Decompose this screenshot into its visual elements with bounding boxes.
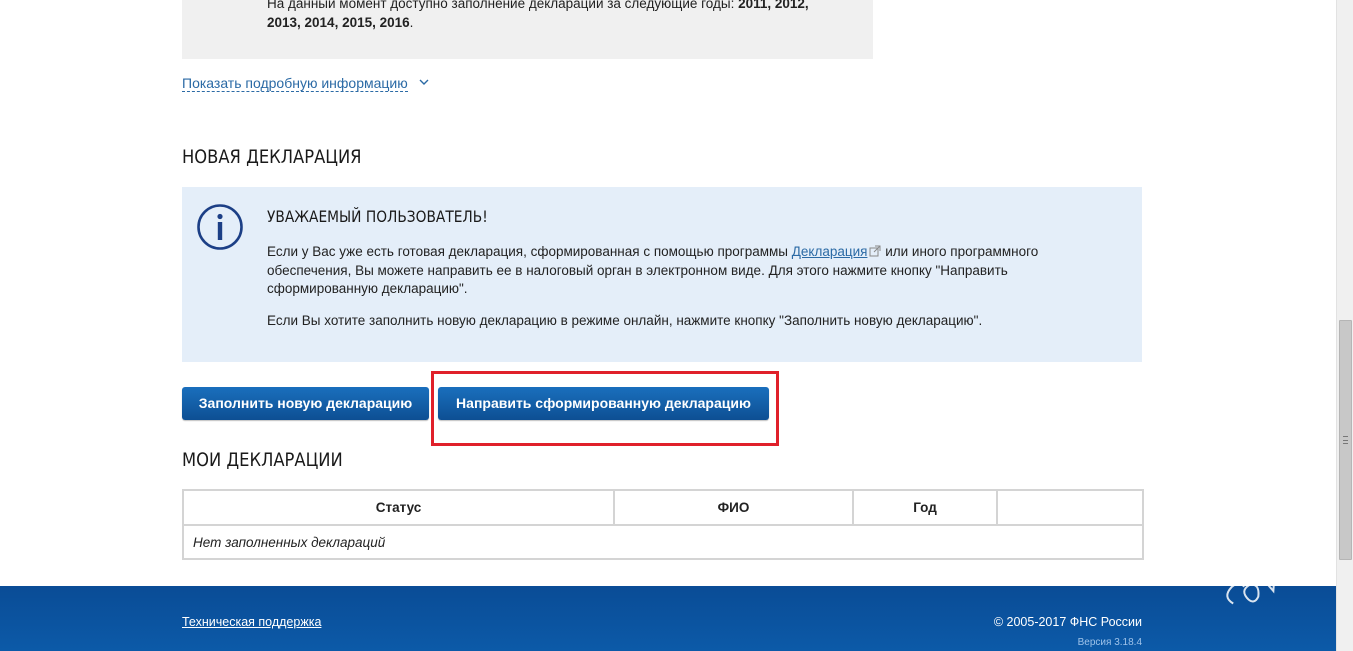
scrollbar-thumb[interactable]	[1339, 320, 1352, 560]
declarations-table: Статус ФИО Год Нет заполненных деклараци…	[182, 489, 1144, 560]
info-p1-text-start: Если у Вас уже есть готовая декларация, …	[267, 244, 792, 259]
my-declarations-heading: МОИ ДЕКЛАРАЦИИ	[182, 449, 343, 471]
page: На данный момент доступно заполнение дек…	[0, 0, 1336, 651]
fill-new-declaration-button[interactable]: Заполнить новую декларацию	[182, 387, 429, 420]
years-prefix: На данный момент доступно заполнение дек…	[267, 0, 739, 11]
available-years-notice: На данный момент доступно заполнение дек…	[182, 0, 873, 59]
declaration-program-link[interactable]: Декларация	[792, 244, 868, 259]
new-declaration-heading: НОВАЯ ДЕКЛАРАЦИЯ	[182, 146, 362, 168]
column-header-status[interactable]: Статус	[182, 489, 615, 526]
info-title: УВАЖАЕМЫЙ ПОЛЬЗОВАТЕЛЬ!	[267, 207, 488, 226]
clubsovet-logo	[1226, 552, 1305, 605]
years-line1: 2011, 2012,	[738, 0, 809, 11]
info-paragraph-send: Если у Вас уже есть готовая декларация, …	[267, 243, 1097, 299]
chevron-down-icon[interactable]	[418, 76, 430, 88]
column-header-year[interactable]: Год	[852, 489, 998, 526]
vertical-scrollbar[interactable]	[1336, 0, 1353, 651]
empty-table-message: Нет заполненных деклараций	[182, 524, 1144, 560]
grip-icon	[1343, 436, 1348, 444]
info-panel: УВАЖАЕМЫЙ ПОЛЬЗОВАТЕЛЬ! Если у Вас уже е…	[182, 187, 1142, 362]
tech-support-link[interactable]: Техническая поддержка	[182, 615, 321, 629]
version-text: Версия 3.18.4	[1077, 637, 1142, 648]
column-header-actions	[996, 489, 1144, 526]
copyright-text: © 2005-2017 ФНС России	[993, 615, 1142, 629]
show-details-link[interactable]: Показать подробную информацию	[182, 75, 408, 92]
available-years-text: На данный момент доступно заполнение дек…	[267, 0, 857, 32]
column-header-name[interactable]: ФИО	[613, 489, 854, 526]
footer: Техническая поддержка © 2005-2017 ФНС Ро…	[0, 586, 1336, 651]
years-line2: 2013, 2014, 2015, 2016	[267, 15, 410, 30]
send-formed-declaration-button[interactable]: Направить сформированную декларацию	[438, 387, 769, 420]
table-row: Нет заполненных деклараций	[182, 524, 1144, 560]
info-circle-icon	[197, 204, 243, 250]
table-header-row: Статус ФИО Год	[182, 489, 1144, 526]
years-suffix: .	[409, 15, 414, 30]
info-paragraph-fill: Если Вы хотите заполнить новую деклараци…	[267, 313, 983, 328]
external-link-icon	[869, 245, 881, 257]
